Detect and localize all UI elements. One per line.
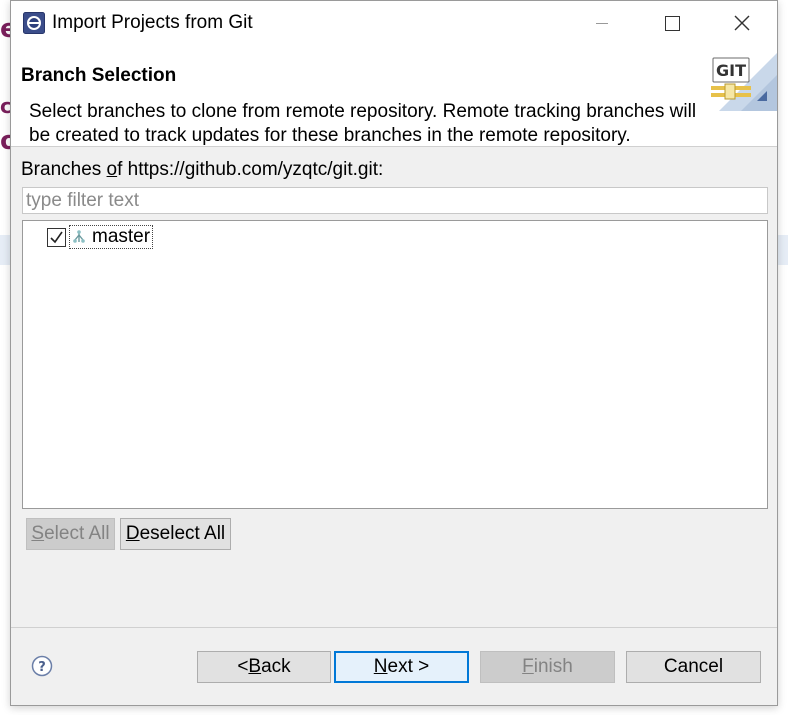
finish-button[interactable]: Finish: [480, 651, 615, 683]
footer-separator: [11, 627, 777, 628]
back-button[interactable]: < Back: [197, 651, 331, 683]
branches-label: Branches of https://github.com/yzqtc/git…: [21, 159, 384, 180]
git-banner-icon: GIT: [701, 45, 777, 111]
window-title: Import Projects from Git: [52, 12, 253, 33]
minimize-button[interactable]: [567, 1, 637, 45]
checkmark-icon: [50, 231, 63, 243]
branch-icon: [73, 230, 85, 243]
deselect-all-button[interactable]: Deselect All: [120, 518, 231, 550]
cancel-button[interactable]: Cancel: [626, 651, 761, 683]
help-icon[interactable]: ?: [31, 655, 53, 677]
svg-text:?: ?: [38, 660, 46, 675]
import-projects-dialog: Import Projects from Git Branch Selectio…: [10, 0, 778, 706]
branch-item-master[interactable]: master: [69, 225, 154, 249]
eclipse-app-icon: [23, 12, 45, 34]
branch-checkbox[interactable]: [47, 227, 66, 247]
branch-tree[interactable]: master: [22, 220, 768, 509]
minimize-icon: [596, 22, 608, 24]
filter-input[interactable]: [22, 187, 768, 214]
tree-row[interactable]: master: [47, 224, 154, 250]
close-button[interactable]: [707, 1, 777, 45]
maximize-icon: [664, 15, 680, 31]
git-banner-text: GIT: [716, 61, 746, 80]
next-button[interactable]: Next >: [334, 651, 469, 683]
close-icon: [734, 15, 750, 31]
page-title: Branch Selection: [21, 65, 177, 86]
wizard-header: Branch Selection Select branches to clon…: [11, 45, 777, 147]
background-band: [778, 235, 788, 265]
select-all-button[interactable]: Select All: [26, 518, 115, 550]
page-description: Select branches to clone from remote rep…: [29, 101, 697, 146]
maximize-button[interactable]: [637, 1, 707, 45]
title-bar[interactable]: Import Projects from Git: [11, 1, 777, 45]
branch-label: master: [92, 226, 151, 247]
